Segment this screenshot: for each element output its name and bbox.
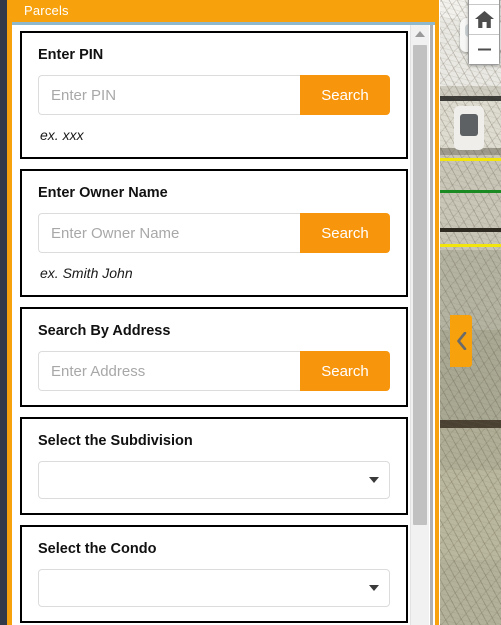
map-line-dark — [440, 228, 501, 232]
owner-search-button[interactable]: Search — [300, 213, 390, 253]
collapse-panel-button[interactable] — [450, 315, 472, 367]
chevron-left-icon — [456, 332, 466, 350]
subdivision-select-wrap — [38, 461, 390, 499]
pin-search-card: Enter PIN Search ex. xxx — [20, 31, 408, 159]
page-title: Parcels — [24, 3, 69, 18]
subdivision-select[interactable] — [38, 461, 390, 499]
panel-header: Parcels — [12, 0, 435, 22]
address-search-label: Search By Address — [38, 323, 171, 339]
owner-search-card: Enter Owner Name Search ex. Smith John — [20, 169, 408, 297]
panel-scroll-region[interactable]: Enter PIN Search ex. xxx Enter Owner Nam… — [12, 25, 435, 625]
owner-hint-text: ex. Smith John — [40, 265, 133, 281]
pin-search-button[interactable]: Search — [300, 75, 390, 115]
map-vehicle-second — [454, 106, 484, 150]
map-zoom-controls — [468, 0, 500, 65]
address-search-input[interactable] — [38, 351, 300, 391]
left-dark-rail — [0, 0, 7, 625]
scrollbar-up-button[interactable] — [411, 25, 429, 43]
subdivision-label: Select the Subdivision — [38, 433, 193, 449]
panel-right-grey-edge — [430, 22, 433, 625]
condo-select[interactable] — [38, 569, 390, 607]
subdivision-card: Select the Subdivision — [20, 417, 408, 515]
owner-input-group: Search — [38, 213, 390, 253]
panel-header-underline — [12, 22, 435, 25]
address-input-group: Search — [38, 351, 390, 391]
condo-select-wrap — [38, 569, 390, 607]
pin-hint-text: ex. xxx — [40, 127, 84, 143]
owner-search-label: Enter Owner Name — [38, 185, 168, 201]
map-line-yellow-upper — [440, 158, 501, 161]
pin-input-group: Search — [38, 75, 390, 115]
pin-search-input[interactable] — [38, 75, 300, 115]
pin-search-label: Enter PIN — [38, 47, 104, 63]
parcels-search-form: Enter PIN Search ex. xxx Enter Owner Nam… — [12, 25, 416, 625]
address-search-card: Search By Address Search — [20, 307, 408, 407]
scrollbar-thumb[interactable] — [413, 45, 427, 525]
map-texture-overlay — [440, 0, 501, 625]
map-viewport[interactable] — [440, 0, 501, 625]
minus-icon — [477, 48, 491, 51]
application-root: Parcels Enter PIN Search ex. xxx Enter O… — [0, 0, 501, 625]
condo-card: Select the Condo — [20, 525, 408, 623]
zoom-out-button[interactable] — [469, 35, 499, 64]
map-line-yellow-lower — [440, 244, 501, 247]
panel-right-orange-edge — [435, 0, 439, 625]
map-line-green — [440, 190, 501, 193]
left-orange-rail — [7, 0, 12, 625]
home-icon — [474, 11, 494, 28]
panel-scrollbar[interactable] — [410, 25, 429, 625]
address-search-button[interactable]: Search — [300, 351, 390, 391]
owner-search-input[interactable] — [38, 213, 300, 253]
home-button[interactable] — [469, 5, 499, 35]
condo-label: Select the Condo — [38, 541, 157, 557]
triangle-up-icon — [415, 31, 425, 37]
